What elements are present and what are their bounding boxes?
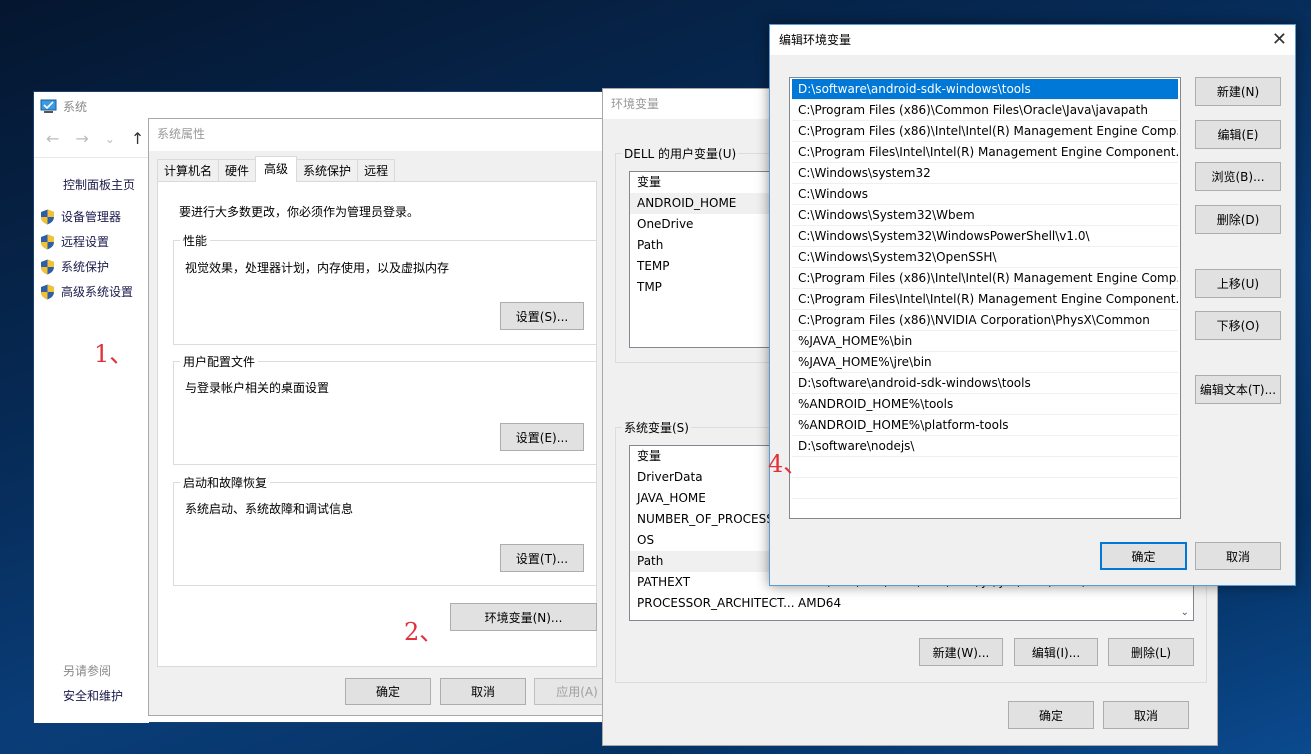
- annotation-step-1: 1、: [94, 340, 134, 368]
- path-entry[interactable]: D:\software\nodejs\: [792, 436, 1178, 457]
- path-entry[interactable]: D:\software\android-sdk-windows\tools: [792, 79, 1178, 100]
- user-profiles-description: 与登录帐户相关的桌面设置: [185, 381, 330, 395]
- sidebar-item-system-protection[interactable]: 系统保护: [40, 258, 109, 275]
- edit-env-ok-button[interactable]: 确定: [1100, 542, 1187, 570]
- tab-advanced[interactable]: 高级: [255, 156, 298, 182]
- path-entry[interactable]: %JAVA_HOME%\bin: [792, 331, 1178, 352]
- edit-text-button[interactable]: 编辑文本(T)...: [1195, 375, 1281, 404]
- startup-recovery-legend: 启动和故障恢复: [180, 474, 271, 491]
- tab-bar: 计算机名 硬件 高级 系统保护 远程: [157, 156, 396, 182]
- close-icon[interactable]: ✕: [1272, 29, 1287, 50]
- startup-recovery-description: 系统启动、系统故障和调试信息: [185, 502, 354, 516]
- environment-variables-button[interactable]: 环境变量(N)...: [450, 603, 597, 631]
- sidebar-item-label: 远程设置: [61, 235, 110, 249]
- shield-icon: [41, 259, 54, 274]
- path-entry[interactable]: D:\software\android-sdk-windows\tools: [792, 373, 1178, 394]
- path-entry[interactable]: C:\Windows\System32\WindowsPowerShell\v1…: [792, 226, 1178, 247]
- back-arrow-icon[interactable]: ←: [46, 129, 59, 148]
- tab-computer-name[interactable]: 计算机名: [157, 159, 220, 181]
- edit-path-button[interactable]: 编辑(E): [1195, 120, 1281, 149]
- list-item[interactable]: PROCESSOR_ARCHITECT... AMD64: [630, 593, 1193, 614]
- cancel-button[interactable]: 取消: [440, 678, 526, 705]
- edit-env-title: 编辑环境变量: [770, 25, 1295, 55]
- path-entry[interactable]: C:\Program Files\Intel\Intel(R) Manageme…: [792, 289, 1178, 310]
- shield-icon: [41, 284, 54, 299]
- move-down-button[interactable]: 下移(O): [1195, 311, 1281, 340]
- forward-arrow-icon[interactable]: →: [75, 129, 88, 148]
- user-profiles-settings-button[interactable]: 设置(E)...: [500, 423, 584, 451]
- security-maintenance-link[interactable]: 安全和维护: [63, 687, 123, 704]
- user-variables-legend: DELL 的用户变量(U): [622, 145, 739, 162]
- system-var-delete-button[interactable]: 删除(L): [1108, 638, 1194, 666]
- shield-icon: [41, 209, 54, 224]
- path-entry[interactable]: C:\Windows\System32\OpenSSH\: [792, 247, 1178, 268]
- computer-icon: [40, 99, 57, 113]
- performance-settings-button[interactable]: 设置(S)...: [500, 302, 584, 330]
- env-ok-button[interactable]: 确定: [1008, 701, 1094, 729]
- move-up-button[interactable]: 上移(U): [1195, 269, 1281, 298]
- tab-hardware[interactable]: 硬件: [218, 159, 257, 181]
- tab-system-protection[interactable]: 系统保护: [296, 159, 359, 181]
- path-entry[interactable]: %ANDROID_HOME%\platform-tools: [792, 415, 1178, 436]
- up-arrow-icon[interactable]: ↑: [131, 129, 144, 148]
- annotation-step-2: 2、: [404, 618, 444, 646]
- path-entry-empty[interactable]: [792, 457, 1178, 478]
- variable-value: AMD64: [798, 596, 842, 610]
- scroll-down-icon[interactable]: ⌄: [1181, 607, 1189, 618]
- admin-note: 要进行大多数更改，你必须作为管理员登录。: [179, 205, 420, 219]
- performance-legend: 性能: [180, 232, 211, 249]
- system-var-new-button[interactable]: 新建(W)...: [919, 638, 1003, 666]
- system-window-titlebar: 系统: [34, 92, 602, 120]
- startup-recovery-group: 启动和故障恢复 系统启动、系统故障和调试信息 设置(T)...: [173, 474, 597, 586]
- system-window-title: 系统: [63, 99, 88, 114]
- path-entries-list[interactable]: D:\software\android-sdk-windows\tools C:…: [789, 77, 1181, 519]
- path-entry[interactable]: C:\Windows\system32: [792, 163, 1178, 184]
- path-entry[interactable]: C:\Windows\System32\Wbem: [792, 205, 1178, 226]
- user-profiles-group: 用户配置文件 与登录帐户相关的桌面设置 设置(E)...: [173, 353, 597, 465]
- path-entry[interactable]: %JAVA_HOME%\jre\bin: [792, 352, 1178, 373]
- path-entry[interactable]: C:\Program Files (x86)\NVIDIA Corporatio…: [792, 310, 1178, 331]
- sidebar-item-label: 高级系统设置: [61, 285, 134, 299]
- tab-remote[interactable]: 远程: [357, 159, 396, 181]
- ok-button[interactable]: 确定: [345, 678, 431, 705]
- variable-name: PROCESSOR_ARCHITECT...: [637, 596, 795, 610]
- new-path-button[interactable]: 新建(N): [1195, 77, 1281, 106]
- performance-description: 视觉效果，处理器计划，内存使用，以及虚拟内存: [185, 261, 450, 275]
- control-panel-home-link[interactable]: 控制面板主页: [63, 176, 135, 193]
- shield-icon: [41, 234, 54, 249]
- env-cancel-button[interactable]: 取消: [1103, 701, 1189, 729]
- sidebar-item-advanced-system-settings[interactable]: 高级系统设置: [40, 283, 133, 300]
- path-entry[interactable]: C:\Program Files (x86)\Intel\Intel(R) Ma…: [792, 268, 1178, 289]
- path-entry[interactable]: C:\Windows: [792, 184, 1178, 205]
- sidebar: 控制面板主页 设备管理器 远程设置 系统保护 高级系统设置 另请参阅 安全和维护: [34, 159, 149, 723]
- sidebar-item-label: 系统保护: [61, 260, 110, 274]
- sidebar-item-remote-settings[interactable]: 远程设置: [40, 233, 109, 250]
- browse-path-button[interactable]: 浏览(B)...: [1195, 162, 1281, 191]
- delete-path-button[interactable]: 删除(D): [1195, 205, 1281, 234]
- recent-locations-icon[interactable]: ⌄: [105, 132, 115, 146]
- performance-group: 性能 视觉效果，处理器计划，内存使用，以及虚拟内存 设置(S)...: [173, 232, 597, 345]
- see-also-heading: 另请参阅: [63, 664, 112, 678]
- path-entry[interactable]: C:\Program Files (x86)\Intel\Intel(R) Ma…: [792, 121, 1178, 142]
- system-var-edit-button[interactable]: 编辑(I)...: [1014, 638, 1098, 666]
- path-entry[interactable]: C:\Program Files (x86)\Common Files\Orac…: [792, 100, 1178, 121]
- system-variables-legend: 系统变量(S): [622, 419, 691, 436]
- edit-environment-variable-dialog: 编辑环境变量 ✕ D:\software\android-sdk-windows…: [769, 24, 1296, 586]
- variable-name: PATHEXT: [637, 575, 691, 589]
- advanced-tab-panel: 要进行大多数更改，你必须作为管理员登录。 性能 视觉效果，处理器计划，内存使用，…: [157, 181, 597, 667]
- annotation-step-4: 4、: [768, 450, 808, 478]
- user-profiles-legend: 用户配置文件: [180, 353, 259, 370]
- system-properties-title: 系统属性: [149, 119, 603, 151]
- path-entry-empty[interactable]: [792, 478, 1178, 499]
- path-entry[interactable]: %ANDROID_HOME%\tools: [792, 394, 1178, 415]
- edit-env-cancel-button[interactable]: 取消: [1195, 542, 1281, 570]
- system-properties-dialog: 系统属性 计算机名 硬件 高级 系统保护 远程 要进行大多数更改，你必须作为管理…: [148, 118, 620, 716]
- sidebar-item-device-manager[interactable]: 设备管理器: [40, 208, 121, 225]
- path-entry[interactable]: C:\Program Files\Intel\Intel(R) Manageme…: [792, 142, 1178, 163]
- startup-recovery-settings-button[interactable]: 设置(T)...: [500, 544, 584, 572]
- sidebar-item-label: 设备管理器: [61, 210, 122, 224]
